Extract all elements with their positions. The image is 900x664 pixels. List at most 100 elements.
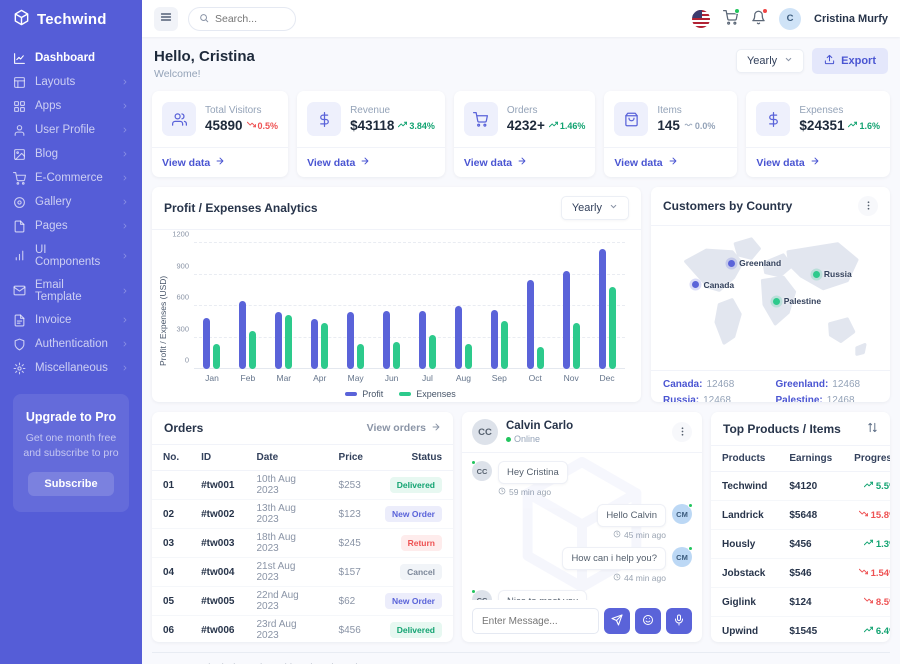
view-data-link[interactable]: View data bbox=[604, 147, 738, 177]
x-tick-label: Jan bbox=[205, 373, 219, 383]
sidebar-item-pages[interactable]: Pages bbox=[0, 214, 142, 238]
trend-flat-icon bbox=[684, 120, 693, 131]
chat-messages[interactable]: CC Hey Cristina 59 min ago CM Hello Calvin… bbox=[462, 453, 702, 600]
search-input[interactable] bbox=[215, 12, 285, 25]
legend-item-expenses: Expenses bbox=[399, 389, 456, 399]
order-id: #tw004 bbox=[190, 557, 246, 587]
orders-col-status: Status bbox=[374, 445, 453, 471]
chevron-right-icon bbox=[121, 252, 129, 260]
sidebar-item-miscellaneous[interactable]: Miscellaneous bbox=[0, 356, 142, 380]
order-date: 10th Aug 2023 bbox=[245, 470, 328, 500]
sidebar-item-gallery[interactable]: Gallery bbox=[0, 190, 142, 214]
sidebar-item-ui-components[interactable]: UI Components bbox=[0, 238, 142, 273]
user-name[interactable]: Cristina Murfy bbox=[814, 13, 888, 25]
sidebar-item-user-profile[interactable]: User Profile bbox=[0, 118, 142, 142]
legend-swatch bbox=[399, 392, 412, 396]
cart-icon bbox=[463, 102, 498, 136]
stat-change: 1.46% bbox=[548, 120, 585, 131]
product-earnings: $1545 bbox=[789, 625, 818, 637]
stat-value: 4232+ 1.46% bbox=[506, 118, 586, 133]
emoji-button[interactable] bbox=[635, 608, 661, 634]
view-data-link[interactable]: View data bbox=[152, 147, 289, 177]
sidebar-item-apps[interactable]: Apps bbox=[0, 94, 142, 118]
product-progress-cell: 6.4% bbox=[843, 617, 890, 643]
chat-more-button[interactable] bbox=[672, 422, 692, 442]
chevron-right-icon bbox=[121, 126, 129, 134]
us-flag-icon[interactable] bbox=[692, 9, 711, 28]
topbar-right: C Cristina Murfy bbox=[692, 7, 888, 30]
sidebar-item-authentication[interactable]: Authentication bbox=[0, 332, 142, 356]
country-value: 12468 bbox=[706, 379, 735, 390]
y-axis-title: Profit / Expenses (USD) bbox=[158, 275, 168, 367]
orders-card: Orders View orders No. ID Date Price Status … bbox=[152, 412, 453, 642]
cart-button[interactable] bbox=[723, 7, 741, 28]
order-id: #tw001 bbox=[190, 470, 246, 500]
online-dot bbox=[506, 436, 511, 442]
order-id: #tw003 bbox=[190, 528, 246, 558]
greeting-row: Hello, Cristina Welcome! Yearly Export bbox=[154, 48, 888, 80]
period-select[interactable]: Yearly bbox=[735, 49, 805, 73]
order-row-01: 01 #tw001 10th Aug 2023 $253 Delivered bbox=[152, 470, 453, 500]
product-row-techwind: Techwind $4120 5.5% bbox=[711, 471, 890, 501]
sidebar-item-label: Miscellaneous bbox=[35, 362, 108, 374]
top-products-card: Top Products / Items Products Earnings Pro… bbox=[711, 412, 890, 642]
bar-group-apr bbox=[302, 243, 338, 369]
orders-col-id: ID bbox=[190, 445, 246, 471]
sidebar-item-blog[interactable]: Blog bbox=[0, 142, 142, 166]
user-avatar[interactable]: C bbox=[779, 7, 802, 30]
marker-dot bbox=[812, 270, 820, 278]
chat-message-input[interactable] bbox=[472, 608, 599, 634]
marker-dot bbox=[692, 281, 700, 289]
view-orders-link[interactable]: View orders bbox=[367, 422, 441, 435]
mic-button[interactable] bbox=[666, 608, 692, 634]
sidebar-item-email-template[interactable]: Email Template bbox=[0, 273, 142, 308]
chart-period-select[interactable]: Yearly bbox=[560, 196, 629, 220]
view-data-link[interactable]: View data bbox=[453, 147, 596, 177]
y-tick-label: 1200 bbox=[172, 229, 189, 239]
period-select-value: Yearly bbox=[746, 55, 778, 67]
view-data-link[interactable]: View data bbox=[746, 147, 890, 177]
chart-period-value: Yearly bbox=[571, 202, 602, 214]
export-button[interactable]: Export bbox=[812, 48, 888, 74]
product-name: Upwind bbox=[722, 625, 759, 637]
sidebar-item-dashboard[interactable]: Dashboard bbox=[0, 46, 142, 70]
sidebar-item-e-commerce[interactable]: E-Commerce bbox=[0, 166, 142, 190]
send-button[interactable] bbox=[604, 608, 630, 634]
upgrade-text: Get one month free and subscribe to pro bbox=[23, 432, 119, 460]
clock-icon bbox=[613, 573, 621, 583]
chat-peer-status: Online bbox=[506, 434, 573, 444]
order-id: #tw002 bbox=[190, 499, 246, 529]
country-name: Russia: bbox=[663, 395, 700, 402]
view-data-label: View data bbox=[614, 156, 663, 169]
brand-name: Techwind bbox=[37, 10, 107, 28]
map-marker-greenland: Greenland bbox=[728, 258, 781, 268]
presence-dot bbox=[688, 546, 693, 551]
sort-button[interactable] bbox=[867, 421, 878, 436]
sidebar-item-invoice[interactable]: Invoice bbox=[0, 308, 142, 332]
order-row-03: 03 #tw003 18th Aug 2023 $245 Return bbox=[152, 528, 453, 558]
hamburger-menu-button[interactable] bbox=[154, 6, 178, 31]
notifications-button[interactable] bbox=[751, 7, 769, 28]
brand-logo[interactable]: Techwind bbox=[0, 0, 142, 38]
bar-group-jun bbox=[374, 243, 410, 369]
kebab-icon bbox=[863, 199, 874, 214]
subscribe-button[interactable]: Subscribe bbox=[28, 472, 114, 497]
sidebar-item-layouts[interactable]: Layouts bbox=[0, 70, 142, 94]
view-data-label: View data bbox=[162, 156, 211, 169]
product-row-jobstack: Jobstack $546 1.54% bbox=[711, 558, 890, 588]
profit-bar bbox=[311, 319, 319, 369]
map-marker-russia: Russia bbox=[812, 269, 852, 279]
bar-group-feb bbox=[230, 243, 266, 369]
trend-down-icon bbox=[858, 509, 868, 521]
status-badge: Delivered bbox=[389, 477, 442, 493]
world-map-graphic bbox=[684, 237, 867, 356]
marker-label: Greenland bbox=[739, 258, 782, 269]
order-price: $123 bbox=[327, 499, 374, 529]
arrow-right-icon bbox=[668, 156, 678, 169]
country-value: 12468 bbox=[826, 395, 855, 402]
sidebar-item-label: Dashboard bbox=[35, 52, 96, 64]
marker-label: Canada bbox=[703, 279, 735, 290]
map-more-button[interactable] bbox=[858, 196, 878, 216]
view-data-link[interactable]: View data bbox=[297, 147, 445, 177]
dashboard-content: Hello, Cristina Welcome! Yearly Export T… bbox=[142, 37, 900, 664]
